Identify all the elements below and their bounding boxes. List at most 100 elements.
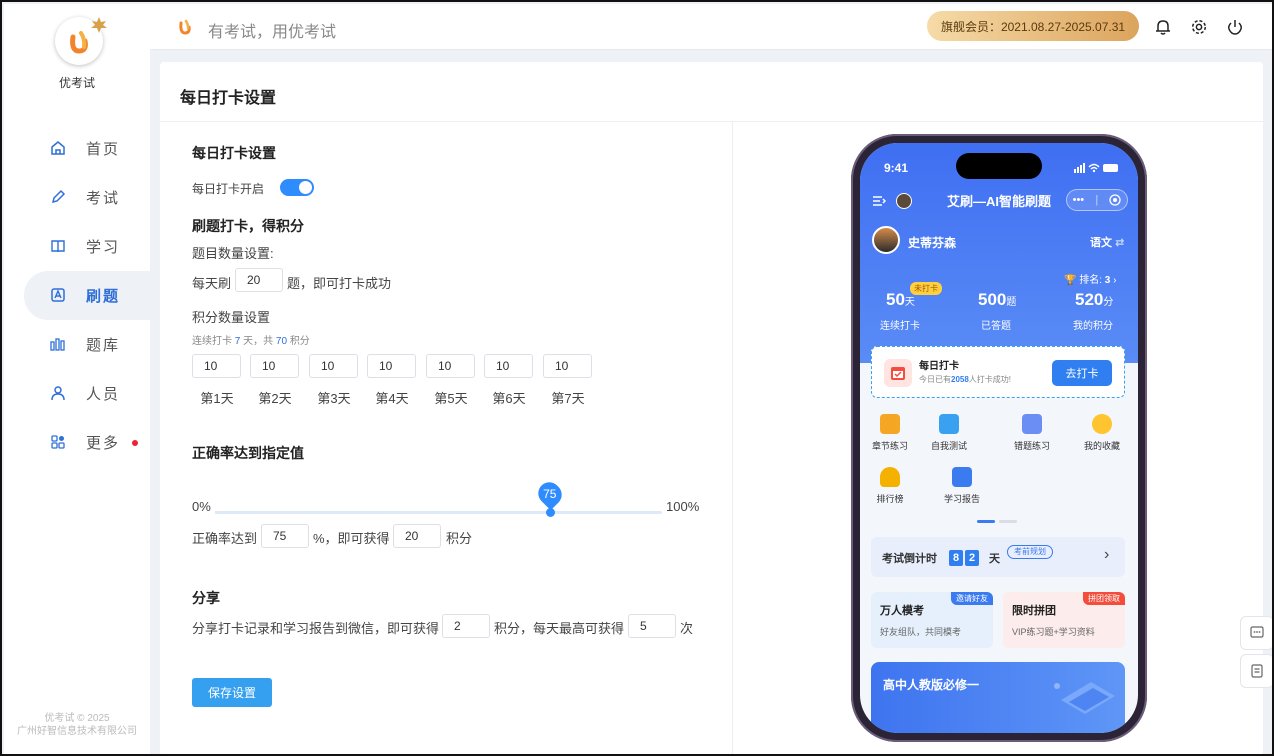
- phone-screen: 9:41 艾刷—AI智能刷题 ••• | 史蒂芬森 语文 ⇄ 🏆 排名: 3 ›…: [860, 143, 1138, 733]
- day-6-points-input[interactable]: 10: [484, 354, 533, 378]
- stat-points-value: 520分: [1075, 290, 1113, 310]
- trophy-icon: 🏆: [1064, 275, 1077, 286]
- sidebar-item-label: 刷题: [86, 288, 121, 305]
- page-indicator: [977, 520, 1017, 523]
- accuracy-slider[interactable]: 75: [215, 477, 662, 517]
- chat-float-button[interactable]: [1240, 616, 1272, 650]
- accuracy-percent-input[interactable]: 75: [261, 524, 309, 548]
- sidebar-item-home[interactable]: 首页: [4, 124, 150, 173]
- checkin-count: 2058: [951, 375, 969, 384]
- chapter-icon: [880, 414, 900, 434]
- target-icon[interactable]: [1109, 194, 1122, 206]
- sidebar-item-study[interactable]: 学习: [4, 222, 150, 271]
- countdown-label: 考试倒计时: [882, 553, 937, 565]
- copyright: 优考试 © 2025 广州好智信息技术有限公司: [4, 712, 150, 738]
- bell-icon[interactable]: [1154, 18, 1172, 36]
- day-2-points-input[interactable]: 10: [250, 354, 299, 378]
- grid-item-label: 自我测试: [930, 441, 967, 451]
- question-count-label: 题目数量设置:: [192, 246, 274, 261]
- sidebar-item-label: 人员: [86, 386, 121, 403]
- day-6-label: 第6天: [492, 391, 526, 406]
- chevron-right-icon: ›: [1104, 546, 1110, 563]
- checkin-card: 每日打卡 今日已有2058人打卡成功! 去打卡: [871, 346, 1125, 398]
- day-4-points-input[interactable]: 10: [367, 354, 416, 378]
- leaderboard-item[interactable]: 排行榜: [860, 467, 922, 505]
- app-window: 优考试 首页 考试 学习 刷题 题库 人员 更多 优考试 © 2025 广州好智…: [0, 0, 1274, 756]
- dynamic-island: [956, 153, 1042, 179]
- note-float-button[interactable]: [1240, 654, 1272, 688]
- user-name: 史蒂芬森: [908, 236, 957, 250]
- course-banner[interactable]: 高中人教版必修一: [871, 662, 1125, 733]
- copyright-line-2: 广州好智信息技术有限公司: [17, 726, 137, 737]
- sidebar-item-exam[interactable]: 考试: [4, 173, 150, 222]
- note-icon: [1251, 664, 1263, 678]
- chapter-practice-item[interactable]: 章节练习: [860, 414, 922, 452]
- subject-switch[interactable]: 语文 ⇄: [1090, 234, 1124, 250]
- day-1-points-input[interactable]: 10: [192, 354, 241, 378]
- streak-total: 70: [275, 336, 288, 347]
- day-3-points-input[interactable]: 10: [309, 354, 358, 378]
- favorites-item[interactable]: 我的收藏: [1070, 414, 1134, 452]
- stat-streak-unit: 天: [904, 297, 915, 308]
- rank-label: 排名:: [1079, 275, 1103, 286]
- share-max-input[interactable]: 5: [628, 614, 676, 638]
- section-share-title: 分享: [192, 590, 220, 606]
- status-time: 9:41: [884, 161, 909, 175]
- subject-label: 语文: [1090, 237, 1112, 249]
- maple-leaf-icon: [91, 17, 107, 33]
- group-buy-subtitle: VIP练习题+学习资料: [1012, 627, 1095, 637]
- stat-answered-label: 已答题: [981, 321, 1011, 332]
- grid-item-label: 我的收藏: [1083, 441, 1120, 451]
- accuracy-points-input[interactable]: 20: [393, 524, 441, 548]
- share-suffix: 次: [680, 621, 694, 636]
- checkin-subtitle: 今日已有2058人打卡成功!: [919, 374, 1011, 385]
- stat-points-label: 我的积分: [1073, 321, 1113, 332]
- exam-countdown[interactable]: 考试倒计时 82 天 考前规划 ›: [871, 537, 1125, 577]
- vip-membership-badge[interactable]: 旗舰会员：2021.08.27-2025.07.31: [927, 11, 1139, 41]
- wrong-practice-item[interactable]: 错题练习: [1000, 414, 1064, 452]
- day-5-label: 第5天: [434, 391, 468, 406]
- group-buy-tag: 拼团领取: [1083, 592, 1125, 605]
- banner-title: 高中人教版必修一: [883, 678, 980, 692]
- rank-row[interactable]: 🏆 排名: 3 ›: [1064, 271, 1116, 286]
- sidebar-item-bank[interactable]: 题库: [4, 320, 150, 369]
- countdown-digits: 82: [947, 548, 979, 566]
- user-avatar[interactable]: [872, 226, 900, 254]
- day-3-label: 第3天: [317, 391, 351, 406]
- daily-question-input[interactable]: 20: [235, 268, 283, 292]
- daily-suffix: 题，即可打卡成功: [287, 276, 392, 291]
- calendar-icon: [884, 359, 912, 387]
- share-points-input[interactable]: 2: [442, 614, 490, 638]
- mock-exam-title: 万人模考: [880, 605, 924, 617]
- sidebar-item-label: 考试: [86, 190, 121, 207]
- daily-checkin-toggle[interactable]: [280, 179, 314, 196]
- sidebar-item-people[interactable]: 人员: [4, 369, 150, 418]
- go-checkin-button[interactable]: 去打卡: [1052, 360, 1112, 386]
- day-1-label: 第1天: [200, 391, 234, 406]
- sidebar-item-more[interactable]: 更多: [4, 418, 150, 467]
- self-test-item[interactable]: 自我测试: [917, 414, 981, 452]
- miniapp-capsule[interactable]: ••• |: [1066, 189, 1128, 211]
- grid-item-label: 排行榜: [876, 494, 904, 504]
- group-buy-card[interactable]: 拼团领取 限时拼团 VIP练习题+学习资料: [1003, 592, 1125, 648]
- swap-icon: ⇄: [1115, 237, 1125, 249]
- slider-fill: [215, 511, 550, 514]
- sidebar-item-label: 更多: [86, 435, 121, 452]
- chat-icon: [1250, 626, 1264, 638]
- countdown-digit-2: 2: [965, 550, 979, 566]
- day-7-points-input[interactable]: 10: [543, 354, 592, 378]
- streak-note-middle: 天，共: [243, 336, 274, 347]
- trophy-icon: [880, 467, 900, 487]
- sidebar-item-practice[interactable]: 刷题: [24, 271, 150, 320]
- gear-icon[interactable]: [1190, 18, 1208, 36]
- power-icon[interactable]: [1226, 18, 1244, 36]
- mock-exam-subtitle: 好友组队，共同模考: [880, 627, 962, 637]
- rank-value: 3: [1104, 275, 1111, 286]
- bank-icon: [50, 338, 65, 351]
- study-report-item[interactable]: 学习报告: [930, 467, 994, 505]
- mock-exam-card[interactable]: 邀请好友 万人模考 好友组队，共同模考: [871, 592, 993, 648]
- exam-plan-tag[interactable]: 考前规划: [1007, 545, 1053, 559]
- save-button[interactable]: 保存设置: [192, 678, 272, 707]
- day-5-points-input[interactable]: 10: [426, 354, 475, 378]
- more-dots-icon[interactable]: •••: [1073, 194, 1085, 206]
